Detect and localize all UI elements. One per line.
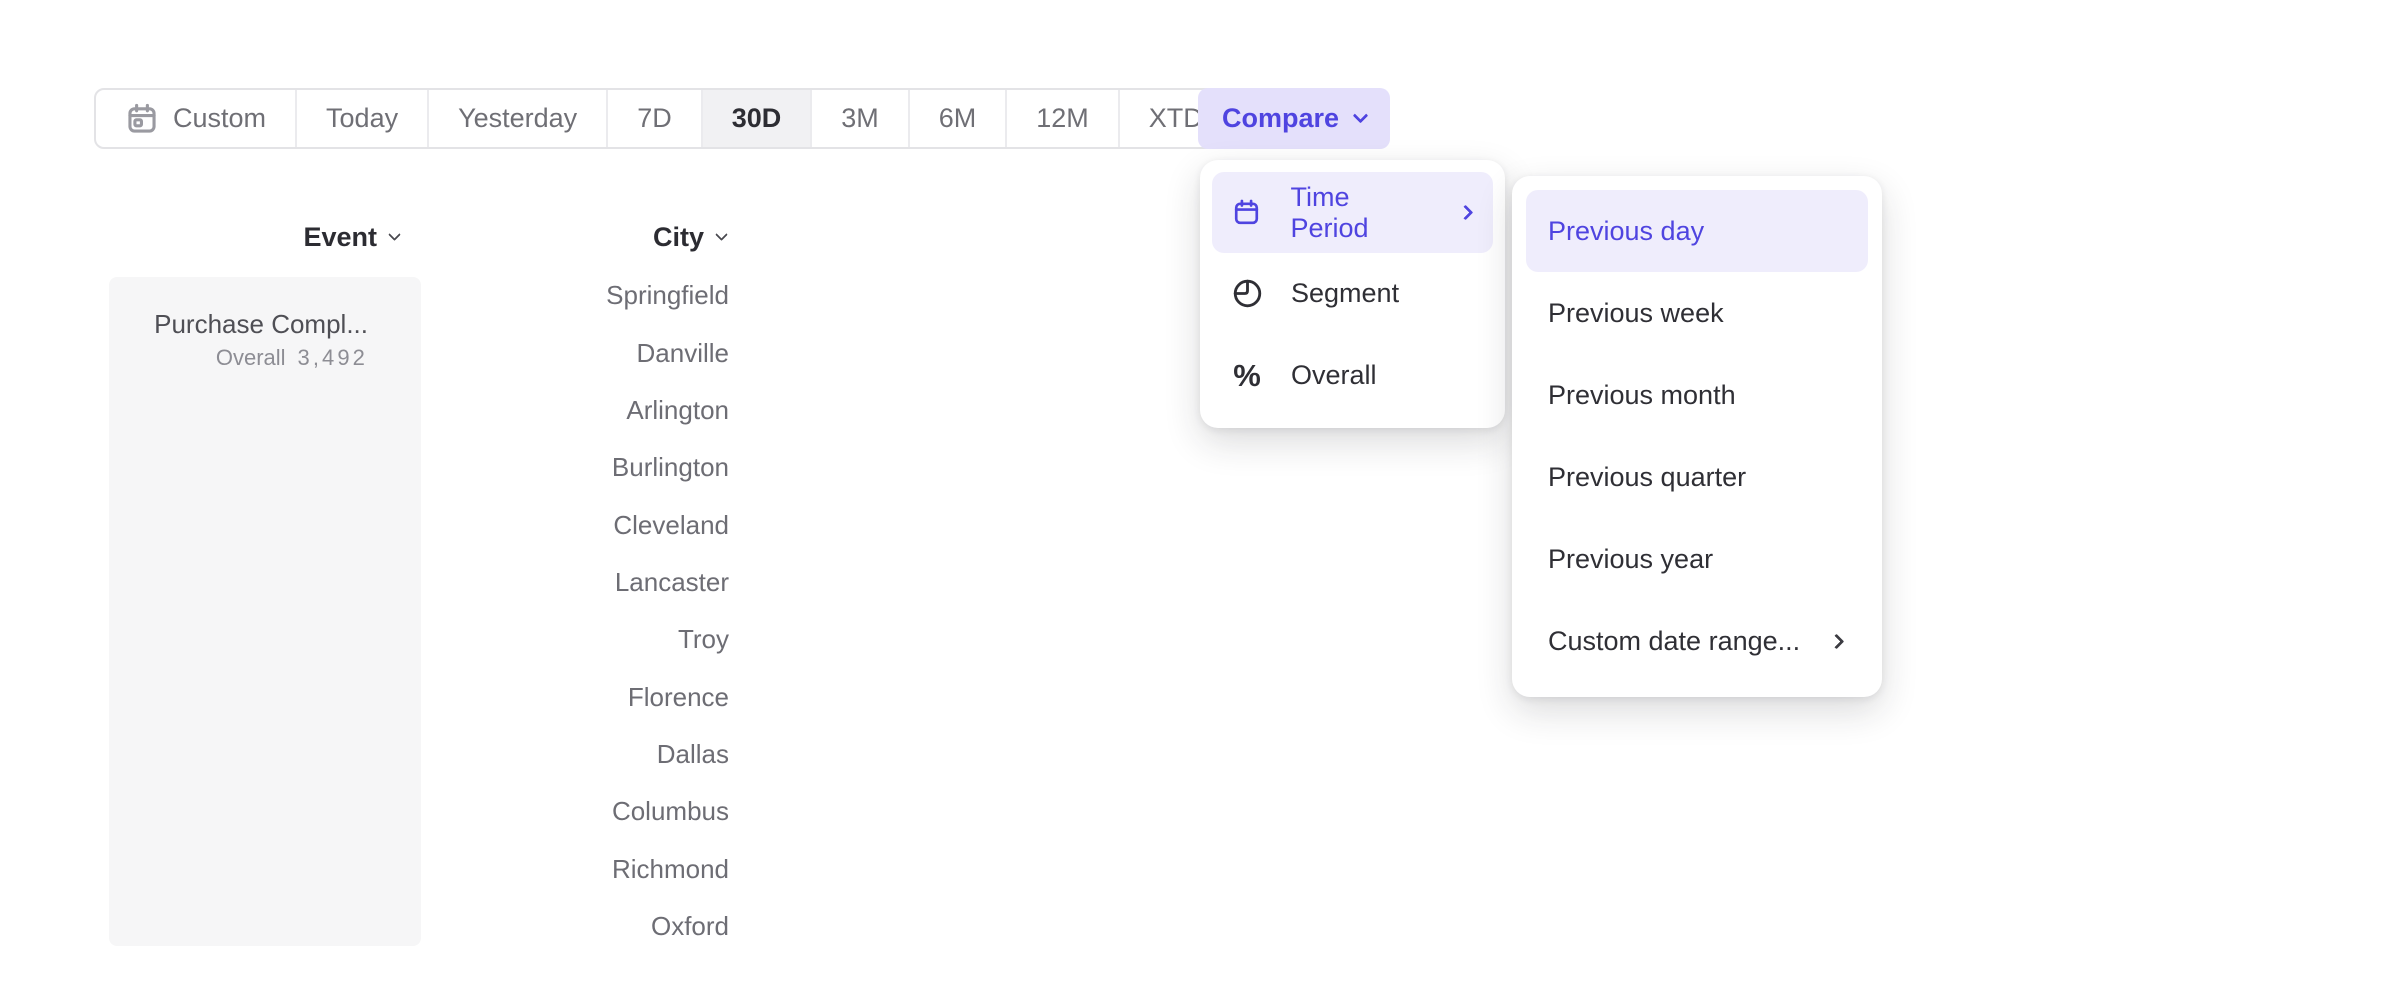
time-period-item-previous-week[interactable]: Previous week [1526, 272, 1868, 354]
bar-chart: Springfield Danville Arlington Burlington Cl… [0, 267, 2394, 955]
city-label: Springfield [0, 280, 729, 311]
city-column-header[interactable]: City [460, 210, 726, 264]
chart-row-cleveland: Cleveland [0, 496, 2394, 553]
compare-menu-item-time-period[interactable]: Time Period [1212, 172, 1493, 253]
menu-item-label: Previous year [1548, 544, 1713, 575]
chevron-down-icon [388, 228, 401, 241]
compare-menu-item-overall[interactable]: % Overall [1212, 335, 1493, 416]
menu-item-label: Overall [1291, 360, 1377, 391]
chevron-right-icon [1458, 205, 1474, 221]
chart-row-florence: Florence [0, 668, 2394, 725]
calendar-icon [125, 102, 159, 136]
chart-row-lancaster: Lancaster [0, 554, 2394, 611]
menu-item-label: Time Period [1291, 182, 1433, 244]
date-range-label: XTD [1149, 103, 1203, 134]
date-range-today[interactable]: Today [297, 90, 429, 147]
chart-row-troy: Troy [0, 611, 2394, 668]
time-period-item-previous-month[interactable]: Previous month [1526, 354, 1868, 436]
date-range-label: 30D [732, 103, 782, 134]
city-label: Danville [0, 338, 729, 369]
time-period-item-previous-year[interactable]: Previous year [1526, 518, 1868, 600]
menu-item-label: Previous quarter [1548, 462, 1746, 493]
date-range-30d[interactable]: 30D [703, 90, 813, 147]
city-label: Richmond [0, 854, 729, 885]
compare-menu-item-segment[interactable]: Segment [1212, 253, 1493, 334]
compare-button[interactable]: Compare [1198, 88, 1390, 149]
menu-item-label: Previous day [1548, 216, 1704, 247]
city-label: Cleveland [0, 510, 729, 541]
time-period-item-custom-date-range[interactable]: Custom date range... [1526, 600, 1868, 682]
chart-row-arlington: Arlington [0, 382, 2394, 439]
city-label: Florence [0, 682, 729, 713]
date-range-label: Custom [173, 103, 266, 134]
compare-button-label: Compare [1222, 103, 1339, 134]
chart-row-columbus: Columbus [0, 783, 2394, 840]
percent-icon: % [1230, 360, 1264, 391]
date-range-segmented-control: Custom Today Yesterday 7D 30D 3M 6M 12M XTD [94, 88, 1259, 149]
date-range-label: 3M [841, 103, 879, 134]
date-range-7d[interactable]: 7D [608, 90, 703, 147]
city-label: Burlington [0, 452, 729, 483]
menu-item-label: Previous month [1548, 380, 1736, 411]
menu-item-label: Custom date range... [1548, 626, 1800, 657]
time-period-item-previous-quarter[interactable]: Previous quarter [1526, 436, 1868, 518]
event-column-header-label: Event [303, 222, 377, 253]
time-period-submenu: Previous day Previous week Previous month P… [1512, 176, 1882, 697]
menu-item-label: Previous week [1548, 298, 1724, 329]
city-label: Oxford [0, 911, 729, 942]
date-range-yesterday[interactable]: Yesterday [429, 90, 608, 147]
date-range-custom[interactable]: Custom [96, 90, 297, 147]
date-range-toolbar: Custom Today Yesterday 7D 30D 3M 6M 12M XTD [94, 88, 1259, 149]
date-range-label: 12M [1036, 103, 1089, 134]
date-range-label: 7D [637, 103, 672, 134]
city-label: Dallas [0, 739, 729, 770]
date-range-label: 6M [939, 103, 977, 134]
city-label: Columbus [0, 796, 729, 827]
chart-row-burlington: Burlington [0, 439, 2394, 496]
chart-row-danville: Danville [0, 324, 2394, 381]
compare-dropdown-menu: Time Period Segment% Overall [1200, 160, 1505, 428]
chevron-down-icon [1353, 108, 1369, 124]
date-range-6m[interactable]: 6M [910, 90, 1008, 147]
chart-row-richmond: Richmond [0, 840, 2394, 897]
time-period-item-previous-day[interactable]: Previous day [1526, 190, 1868, 272]
chart-row-dallas: Dallas [0, 726, 2394, 783]
segment-icon [1230, 278, 1264, 309]
chevron-right-icon [1829, 634, 1845, 650]
menu-item-label: Segment [1291, 278, 1399, 309]
date-range-label: Yesterday [458, 103, 577, 134]
city-label: Arlington [0, 395, 729, 426]
calendar-icon [1230, 198, 1264, 227]
date-range-12m[interactable]: 12M [1007, 90, 1120, 147]
chevron-down-icon [715, 228, 728, 241]
event-column-header[interactable]: Event [109, 210, 399, 264]
city-column-header-label: City [653, 222, 704, 253]
city-label: Lancaster [0, 567, 729, 598]
chart-row-springfield: Springfield [0, 267, 2394, 324]
date-range-3m[interactable]: 3M [812, 90, 910, 147]
chart-row-oxford: Oxford [0, 898, 2394, 955]
date-range-label: Today [326, 103, 398, 134]
city-label: Troy [0, 624, 729, 655]
